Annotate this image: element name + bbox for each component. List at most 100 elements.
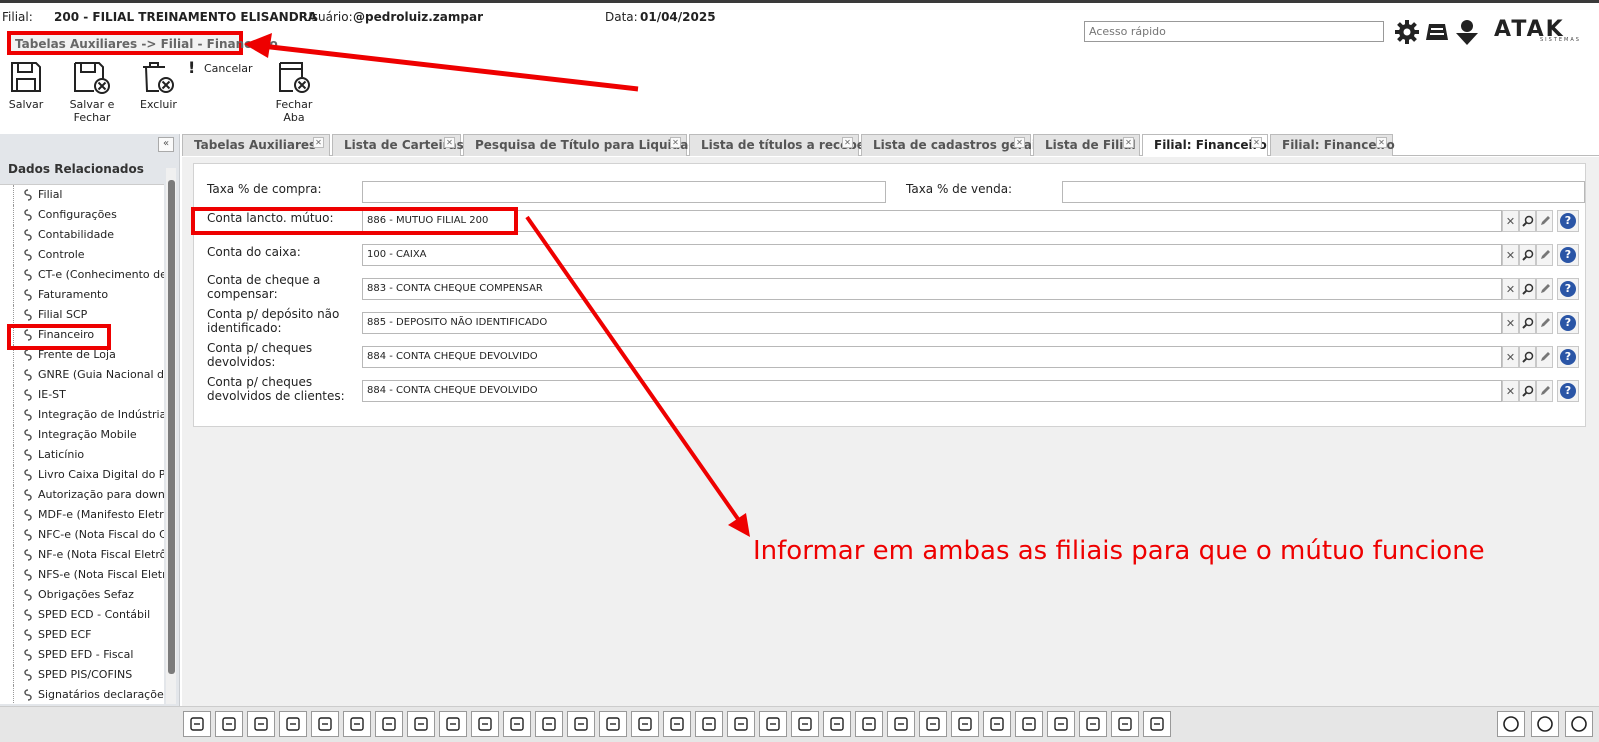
- tab[interactable]: Lista de cadastros gerais ✕: [861, 134, 1043, 156]
- book-icon[interactable]: [471, 711, 499, 737]
- edit-pencil-icon[interactable]: [1536, 380, 1553, 402]
- printer-icon[interactable]: [663, 711, 691, 737]
- related-item[interactable]: Filial: [0, 185, 164, 205]
- shuffle-icon[interactable]: [823, 711, 851, 737]
- bottle-icon[interactable]: [567, 711, 595, 737]
- related-item[interactable]: Faturamento: [0, 285, 164, 305]
- document-icon[interactable]: [887, 711, 915, 737]
- related-item[interactable]: SPED EFD - Fiscal: [0, 645, 164, 665]
- tools-icon[interactable]: [695, 711, 723, 737]
- help-question-icon[interactable]: ?: [1557, 312, 1579, 334]
- account-field-input[interactable]: 884 - CONTA CHEQUE DEVOLVIDO: [362, 346, 1502, 368]
- cart-icon[interactable]: [1047, 711, 1075, 737]
- tab-close-icon[interactable]: ✕: [670, 137, 681, 148]
- tab[interactable]: Lista de Filial ✕: [1033, 134, 1140, 156]
- account-field-input[interactable]: 886 - MUTUO FILIAL 200: [362, 210, 1502, 232]
- related-item[interactable]: Configurações: [0, 205, 164, 225]
- related-item[interactable]: CT-e (Conhecimento de T: [0, 265, 164, 285]
- delete-button[interactable]: Excluir: [140, 60, 177, 111]
- people-icon[interactable]: [215, 711, 243, 737]
- help-question-icon[interactable]: ?: [1557, 210, 1579, 232]
- tab-close-icon[interactable]: ✕: [444, 137, 455, 148]
- settings-gear-icon[interactable]: [1394, 18, 1420, 46]
- tab[interactable]: Pesquisa de Título para Liquidação ✕: [463, 134, 712, 156]
- taxa-venda-input[interactable]: [1062, 181, 1585, 203]
- account-field-input[interactable]: 100 - CAIXA: [362, 244, 1502, 266]
- barrel-icon[interactable]: [951, 711, 979, 737]
- tab-close-icon[interactable]: ✕: [313, 137, 324, 148]
- tab-close-icon[interactable]: ✕: [1251, 137, 1262, 148]
- box-icon[interactable]: [503, 711, 531, 737]
- globe-icon[interactable]: [535, 711, 563, 737]
- tab[interactable]: Filial: Financeiro ✕: [1270, 134, 1395, 156]
- fuel-icon[interactable]: [759, 711, 787, 737]
- related-item[interactable]: NF-e (Nota Fiscal Eletrôni: [0, 545, 164, 565]
- taxa-compra-input[interactable]: [362, 181, 886, 203]
- tab[interactable]: Filial: Financeiro ✕: [1142, 134, 1268, 156]
- tab[interactable]: Lista de Carteiras ✕: [332, 134, 464, 156]
- tab-close-icon[interactable]: ✕: [842, 137, 853, 148]
- related-item[interactable]: Filial SCP: [0, 305, 164, 325]
- barcode-icon[interactable]: [311, 711, 339, 737]
- briefcase-icon[interactable]: [247, 711, 275, 737]
- envelope-icon[interactable]: [439, 711, 467, 737]
- related-item[interactable]: Contabilidade: [0, 225, 164, 245]
- account-field-input[interactable]: 883 - CONTA CHEQUE COMPENSAR: [362, 278, 1502, 300]
- favorite-star-icon[interactable]: [183, 711, 211, 737]
- related-item[interactable]: Livro Caixa Digital do Proc: [0, 465, 164, 485]
- barrel-stack-icon[interactable]: [983, 711, 1011, 737]
- related-item[interactable]: Integração Mobile: [0, 425, 164, 445]
- search-magnifier-icon[interactable]: [1519, 244, 1536, 266]
- coins-icon[interactable]: [631, 711, 659, 737]
- related-item[interactable]: SPED PIS/COFINS: [0, 665, 164, 685]
- gear-star-icon[interactable]: [343, 711, 371, 737]
- edit-pencil-icon[interactable]: [1536, 244, 1553, 266]
- search-magnifier-icon[interactable]: [1519, 312, 1536, 334]
- related-item[interactable]: NFC-e (Nota Fiscal do Con: [0, 525, 164, 545]
- related-item[interactable]: Signatários declarações: [0, 685, 164, 704]
- edit-pencil-icon[interactable]: [1536, 210, 1553, 232]
- invoice-icon[interactable]: [855, 711, 883, 737]
- money-icon[interactable]: [599, 711, 627, 737]
- package-return-icon[interactable]: [1143, 711, 1171, 737]
- mouse-icon[interactable]: [407, 711, 435, 737]
- add-favorite-icon[interactable]: [1497, 711, 1525, 737]
- search-magnifier-icon[interactable]: [1519, 278, 1536, 300]
- related-item[interactable]: IE-ST: [0, 385, 164, 405]
- sliders-icon[interactable]: [375, 711, 403, 737]
- clear-x-icon[interactable]: ✕: [1502, 312, 1519, 334]
- related-item[interactable]: SPED ECD - Contábil: [0, 605, 164, 625]
- related-item[interactable]: SPED ECF: [0, 625, 164, 645]
- help-question-icon[interactable]: ?: [1557, 346, 1579, 368]
- tab-close-icon[interactable]: ✕: [1376, 137, 1387, 148]
- factory-icon[interactable]: [727, 711, 755, 737]
- related-item[interactable]: MDF-e (Manifesto Eletrôn: [0, 505, 164, 525]
- tab-close-icon[interactable]: ✕: [1123, 137, 1134, 148]
- spreadsheet-icon[interactable]: [1079, 711, 1107, 737]
- headset-icon[interactable]: [1111, 711, 1139, 737]
- related-item[interactable]: Integração de Indústria: [0, 405, 164, 425]
- clear-x-icon[interactable]: ✕: [1502, 210, 1519, 232]
- truck-icon[interactable]: [791, 711, 819, 737]
- user-profile-icon[interactable]: [1454, 18, 1480, 46]
- search-magnifier-icon[interactable]: [1519, 210, 1536, 232]
- related-item[interactable]: Autorização para downloa: [0, 485, 164, 505]
- related-item[interactable]: Laticínio: [0, 445, 164, 465]
- related-item[interactable]: NFS-e (Nota Fiscal Eletrôn: [0, 565, 164, 585]
- search-magnifier-icon[interactable]: [1519, 380, 1536, 402]
- calculator-icon[interactable]: [279, 711, 307, 737]
- save-button[interactable]: Salvar: [8, 60, 44, 111]
- account-field-input[interactable]: 885 - DEPOSITO NÃO IDENTIFICADO: [362, 312, 1502, 334]
- clear-x-icon[interactable]: ✕: [1502, 380, 1519, 402]
- edit-pencil-icon[interactable]: [1536, 346, 1553, 368]
- related-data-scrollbar-thumb[interactable]: [168, 180, 175, 674]
- close-tab-button[interactable]: Fechar Aba: [264, 60, 324, 124]
- tab-close-icon[interactable]: ✕: [1014, 137, 1025, 148]
- edit-pencil-icon[interactable]: [1536, 312, 1553, 334]
- save-and-close-button[interactable]: Salvar e Fechar: [52, 60, 132, 124]
- help-question-icon[interactable]: ?: [1557, 244, 1579, 266]
- cash-register-icon[interactable]: [1424, 18, 1450, 46]
- barrel-out-icon[interactable]: [1015, 711, 1043, 737]
- clear-x-icon[interactable]: ✕: [1502, 278, 1519, 300]
- handshake-icon[interactable]: [919, 711, 947, 737]
